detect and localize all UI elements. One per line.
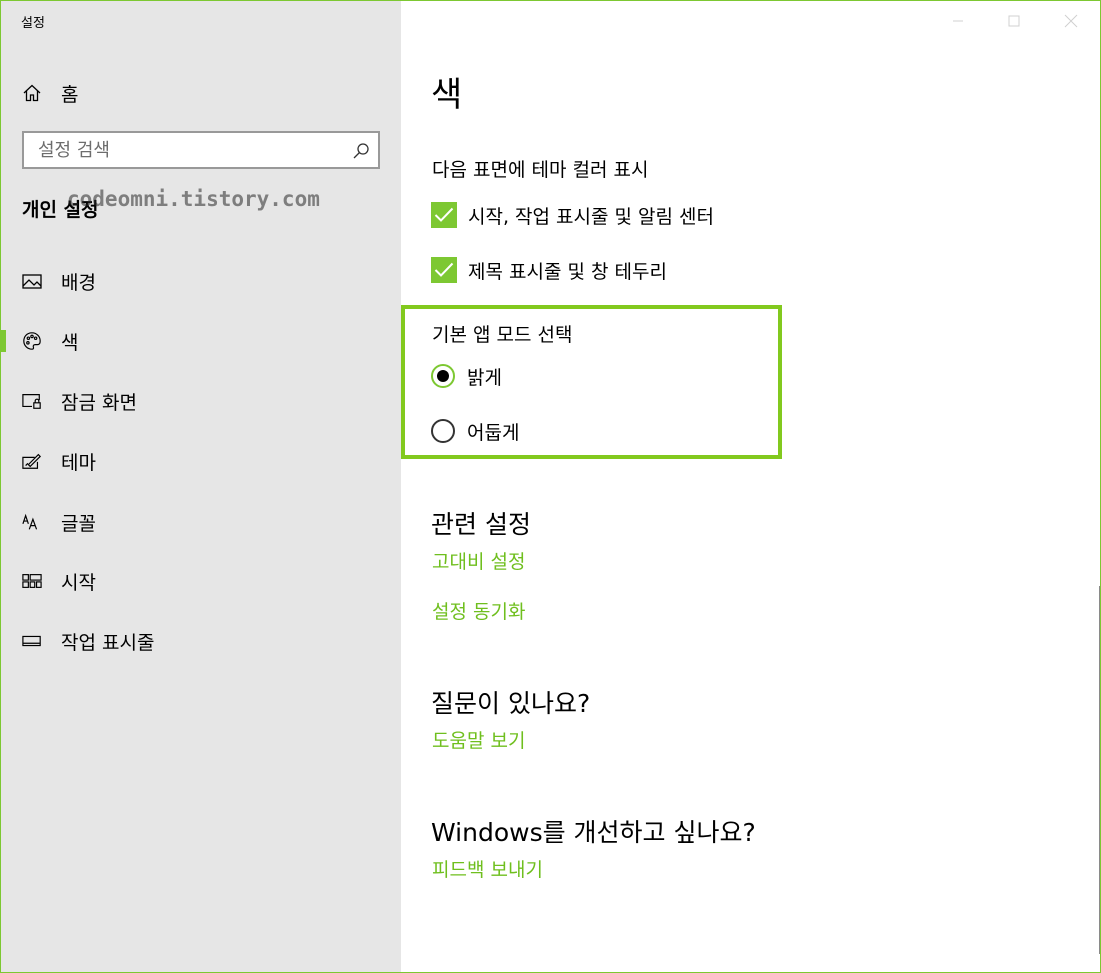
start-tiles-icon bbox=[22, 571, 42, 591]
main-content: 색 다음 표면에 테마 컬러 표시 시작, 작업 표시줄 및 알림 센터 제목 … bbox=[401, 1, 1100, 972]
close-button[interactable] bbox=[1061, 11, 1081, 31]
sidebar: 설정 홈 개인 설정 codeomni.tistory.com bbox=[1, 1, 401, 972]
watermark: codeomni.tistory.com bbox=[67, 187, 320, 211]
section-heading: 개인 설정 bbox=[22, 199, 99, 221]
settings-window: 설정 홈 개인 설정 codeomni.tistory.com bbox=[0, 0, 1101, 973]
radio-label: 어둡게 bbox=[467, 421, 520, 444]
help-link[interactable]: 도움말 보기 bbox=[432, 726, 525, 753]
radio-label: 밝게 bbox=[467, 366, 502, 389]
font-icon bbox=[22, 512, 42, 532]
color-surfaces-heading: 다음 표면에 테마 컬러 표시 bbox=[432, 159, 649, 181]
maximize-button[interactable] bbox=[1004, 11, 1024, 31]
checkbox-checked[interactable] bbox=[431, 202, 457, 228]
sidebar-item-label: 잠금 화면 bbox=[61, 391, 137, 414]
lock-screen-icon bbox=[22, 391, 42, 411]
radio-dark-row[interactable]: 어둡게 bbox=[431, 417, 519, 445]
start-taskbar-checkbox-row[interactable]: 시작, 작업 표시줄 및 알림 센터 bbox=[431, 200, 714, 230]
sidebar-item-label: 시작 bbox=[61, 571, 96, 594]
window-title: 설정 bbox=[21, 16, 45, 31]
sidebar-item-fonts[interactable]: 글꼴 bbox=[1, 498, 401, 546]
sidebar-item-label: 배경 bbox=[61, 271, 96, 294]
question-heading: 질문이 있나요? bbox=[431, 689, 591, 718]
sidebar-item-label: 색 bbox=[61, 331, 79, 354]
sidebar-item-home[interactable]: 홈 bbox=[1, 69, 401, 117]
sidebar-item-background[interactable]: 배경 bbox=[1, 257, 401, 305]
sidebar-item-start[interactable]: 시작 bbox=[1, 557, 401, 605]
radio-button[interactable] bbox=[431, 419, 455, 443]
search-icon[interactable] bbox=[352, 142, 370, 160]
sync-settings-link[interactable]: 설정 동기화 bbox=[432, 597, 525, 624]
sidebar-item-label: 작업 표시줄 bbox=[61, 631, 155, 654]
sidebar-item-theme[interactable]: 테마 bbox=[1, 437, 401, 485]
sidebar-item-taskbar[interactable]: 작업 표시줄 bbox=[1, 617, 401, 665]
search-input[interactable] bbox=[38, 133, 348, 167]
palette-icon bbox=[22, 331, 42, 351]
theme-brush-icon bbox=[22, 451, 42, 471]
search-box[interactable] bbox=[22, 131, 380, 169]
feedback-link[interactable]: 피드백 보내기 bbox=[432, 855, 543, 882]
high-contrast-link[interactable]: 고대비 설정 bbox=[432, 547, 525, 574]
minimize-button[interactable] bbox=[948, 11, 968, 31]
radio-light-row[interactable]: 밝게 bbox=[431, 362, 502, 390]
radio-button-selected[interactable] bbox=[431, 364, 455, 388]
titlebar-checkbox-row[interactable]: 제목 표시줄 및 창 테두리 bbox=[431, 255, 667, 285]
sidebar-item-label: 홈 bbox=[61, 83, 79, 106]
home-icon bbox=[22, 83, 42, 103]
page-title: 색 bbox=[431, 75, 463, 115]
checkbox-label: 시작, 작업 표시줄 및 알림 센터 bbox=[468, 205, 714, 228]
related-settings-heading: 관련 설정 bbox=[431, 510, 531, 539]
sidebar-item-label: 테마 bbox=[61, 451, 96, 474]
sidebar-item-lock-screen[interactable]: 잠금 화면 bbox=[1, 377, 401, 425]
improve-windows-heading: Windows를 개선하고 싶나요? bbox=[431, 818, 756, 847]
taskbar-icon bbox=[22, 631, 42, 651]
checkbox-checked[interactable] bbox=[431, 257, 457, 283]
checkbox-label: 제목 표시줄 및 창 테두리 bbox=[468, 260, 667, 283]
sidebar-item-color[interactable]: 색 bbox=[1, 317, 401, 365]
app-mode-heading: 기본 앱 모드 선택 bbox=[432, 324, 573, 346]
picture-icon bbox=[22, 271, 42, 291]
sidebar-item-label: 글꼴 bbox=[61, 512, 96, 535]
